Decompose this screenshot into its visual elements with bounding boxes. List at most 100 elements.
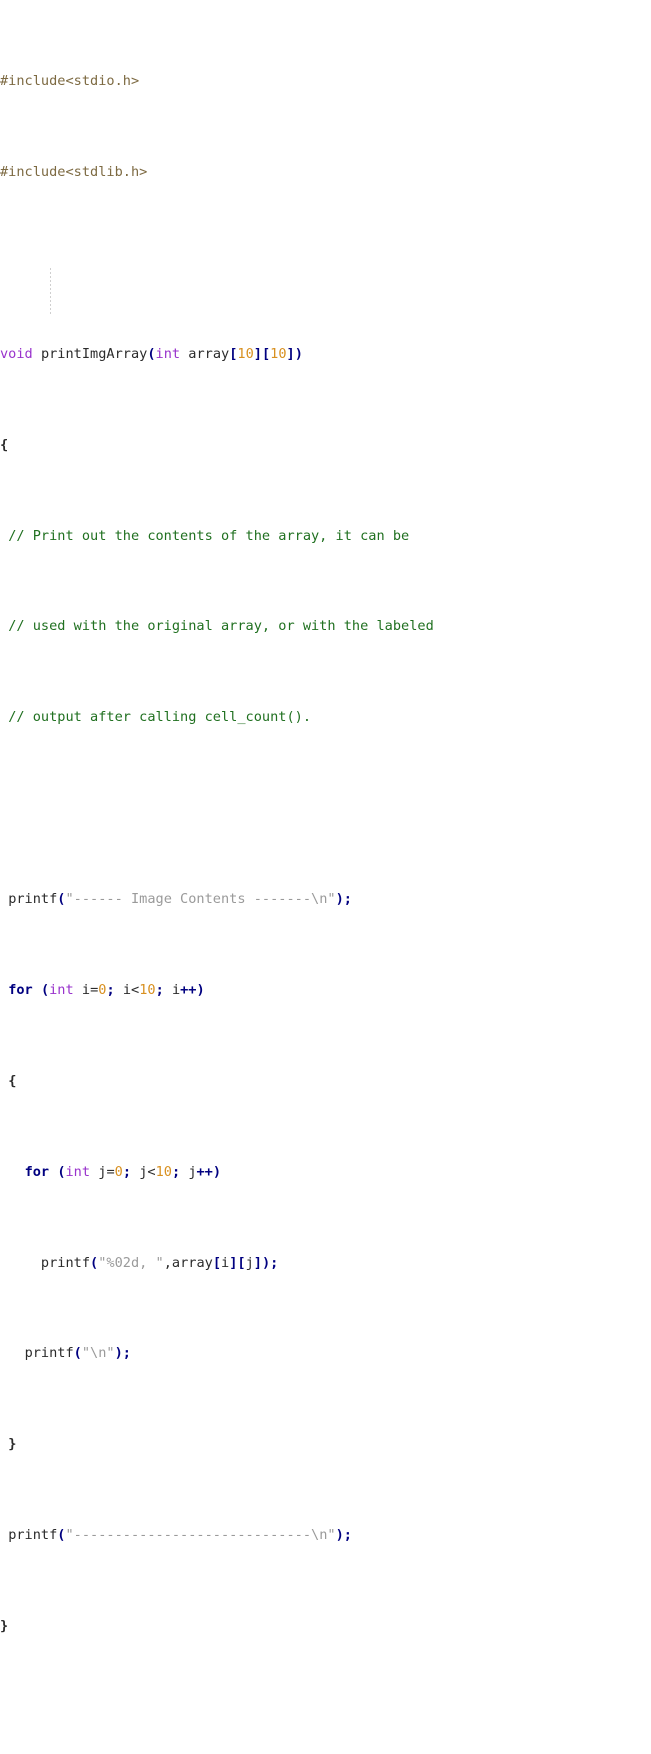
code-line: #include<stdlib.h> bbox=[0, 161, 651, 184]
function-call-printf: printf bbox=[8, 891, 58, 908]
code-line: #include<stdio.h> bbox=[0, 70, 651, 93]
comment: // output after calling cell_count(). bbox=[8, 709, 312, 726]
paren-close: ) bbox=[335, 1527, 344, 1544]
preprocessor-include-stdlib: #include<stdlib.h> bbox=[0, 164, 148, 181]
var-i: i bbox=[171, 981, 181, 998]
string-literal-footer: "-----------------------------\n" bbox=[65, 1527, 336, 1544]
var-i: i bbox=[122, 981, 131, 998]
bracket-close: ] bbox=[229, 1254, 238, 1271]
operator-increment: ++ bbox=[180, 981, 197, 998]
preprocessor-include-stdio: #include<stdio.h> bbox=[0, 73, 140, 90]
code-line: { bbox=[0, 434, 651, 457]
code-line: // used with the original array, or with… bbox=[0, 615, 651, 638]
paren-open: ( bbox=[73, 1345, 82, 1362]
code-line: { bbox=[0, 1070, 651, 1093]
code-line: for (int i=0; i<10; i++) bbox=[0, 979, 651, 1002]
brace-open: { bbox=[8, 1072, 17, 1089]
keyword-int: int bbox=[65, 1163, 91, 1180]
bracket-open: [ bbox=[212, 1254, 221, 1271]
number-10: 10 bbox=[155, 1163, 172, 1180]
string-literal-format: "%02d, " bbox=[98, 1254, 164, 1271]
code-line: printf("\n"); bbox=[0, 1342, 651, 1365]
operator-lt: < bbox=[131, 981, 140, 998]
semicolon: ; bbox=[343, 891, 352, 908]
code-line: } bbox=[0, 1615, 651, 1638]
param-array: array bbox=[188, 345, 230, 362]
keyword-int: int bbox=[49, 981, 74, 998]
paren-close: ) bbox=[212, 1163, 222, 1180]
semicolon: ; bbox=[106, 981, 115, 998]
keyword-void: void bbox=[0, 345, 33, 362]
semicolon: ; bbox=[171, 1163, 181, 1180]
comma: , bbox=[163, 1254, 172, 1271]
number-10: 10 bbox=[270, 345, 287, 362]
semicolon: ; bbox=[343, 1527, 352, 1544]
keyword-for: for bbox=[24, 1163, 50, 1180]
code-line: void printImgArray(int array[10][10]) bbox=[0, 343, 651, 366]
semicolon: ; bbox=[270, 1254, 279, 1271]
paren-open: ( bbox=[40, 981, 50, 998]
var-j: j bbox=[98, 1163, 107, 1180]
number-10: 10 bbox=[237, 345, 254, 362]
paren-open: ( bbox=[57, 891, 66, 908]
brace-close: } bbox=[8, 1436, 17, 1453]
operator-assign: = bbox=[90, 981, 99, 998]
keyword-for: for bbox=[8, 981, 33, 998]
code-content[interactable]: #include<stdio.h> #include<stdlib.h> voi… bbox=[0, 2, 651, 1754]
paren-open: ( bbox=[57, 1163, 66, 1180]
paren-open: ( bbox=[90, 1254, 99, 1271]
code-line: printf("%02d, ",array[i][j]); bbox=[0, 1252, 651, 1275]
var-j: j bbox=[139, 1163, 148, 1180]
code-editor-surface[interactable]: #include<stdio.h> #include<stdlib.h> voi… bbox=[0, 0, 651, 1634]
bracket-open: [ bbox=[261, 345, 271, 362]
number-0: 0 bbox=[114, 1163, 123, 1180]
brace-open: { bbox=[0, 436, 9, 453]
code-line: printf("------ Image Contents -------\n"… bbox=[0, 888, 651, 911]
code-line: } bbox=[0, 1433, 651, 1456]
operator-increment: ++ bbox=[196, 1163, 213, 1180]
comment: // used with the original array, or with… bbox=[8, 618, 434, 635]
var-array: array bbox=[171, 1254, 213, 1271]
var-j: j bbox=[188, 1163, 197, 1180]
function-call-printf: printf bbox=[40, 1254, 91, 1271]
var-i: i bbox=[221, 1254, 230, 1271]
operator-assign: = bbox=[106, 1163, 115, 1180]
code-line: for (int j=0; j<10; j++) bbox=[0, 1161, 651, 1184]
function-name-printimgarray: printImgArray bbox=[40, 345, 148, 362]
code-line: // output after calling cell_count(). bbox=[0, 706, 651, 729]
number-10: 10 bbox=[139, 981, 156, 998]
string-literal-header: "------ Image Contents -------\n" bbox=[65, 891, 336, 908]
bracket-close: ] bbox=[253, 1254, 262, 1271]
paren-close: ) bbox=[335, 891, 344, 908]
number-0: 0 bbox=[98, 981, 107, 998]
paren-open: ( bbox=[57, 1527, 66, 1544]
brace-close: } bbox=[0, 1618, 9, 1635]
bracket-close: ] bbox=[286, 345, 295, 362]
operator-lt: < bbox=[147, 1163, 156, 1180]
paren-close: ) bbox=[196, 981, 205, 998]
bracket-close: ] bbox=[253, 345, 262, 362]
function-call-printf: printf bbox=[24, 1345, 74, 1362]
var-j: j bbox=[245, 1254, 254, 1271]
keyword-int: int bbox=[155, 345, 181, 362]
semicolon: ; bbox=[122, 1163, 131, 1180]
string-literal-newline: "\n" bbox=[81, 1345, 115, 1362]
semicolon: ; bbox=[122, 1345, 131, 1362]
paren-close: ) bbox=[294, 345, 303, 362]
paren-close: ) bbox=[261, 1254, 271, 1271]
paren-open: ( bbox=[147, 345, 156, 362]
semicolon: ; bbox=[155, 981, 164, 998]
paren-close: ) bbox=[114, 1345, 123, 1362]
